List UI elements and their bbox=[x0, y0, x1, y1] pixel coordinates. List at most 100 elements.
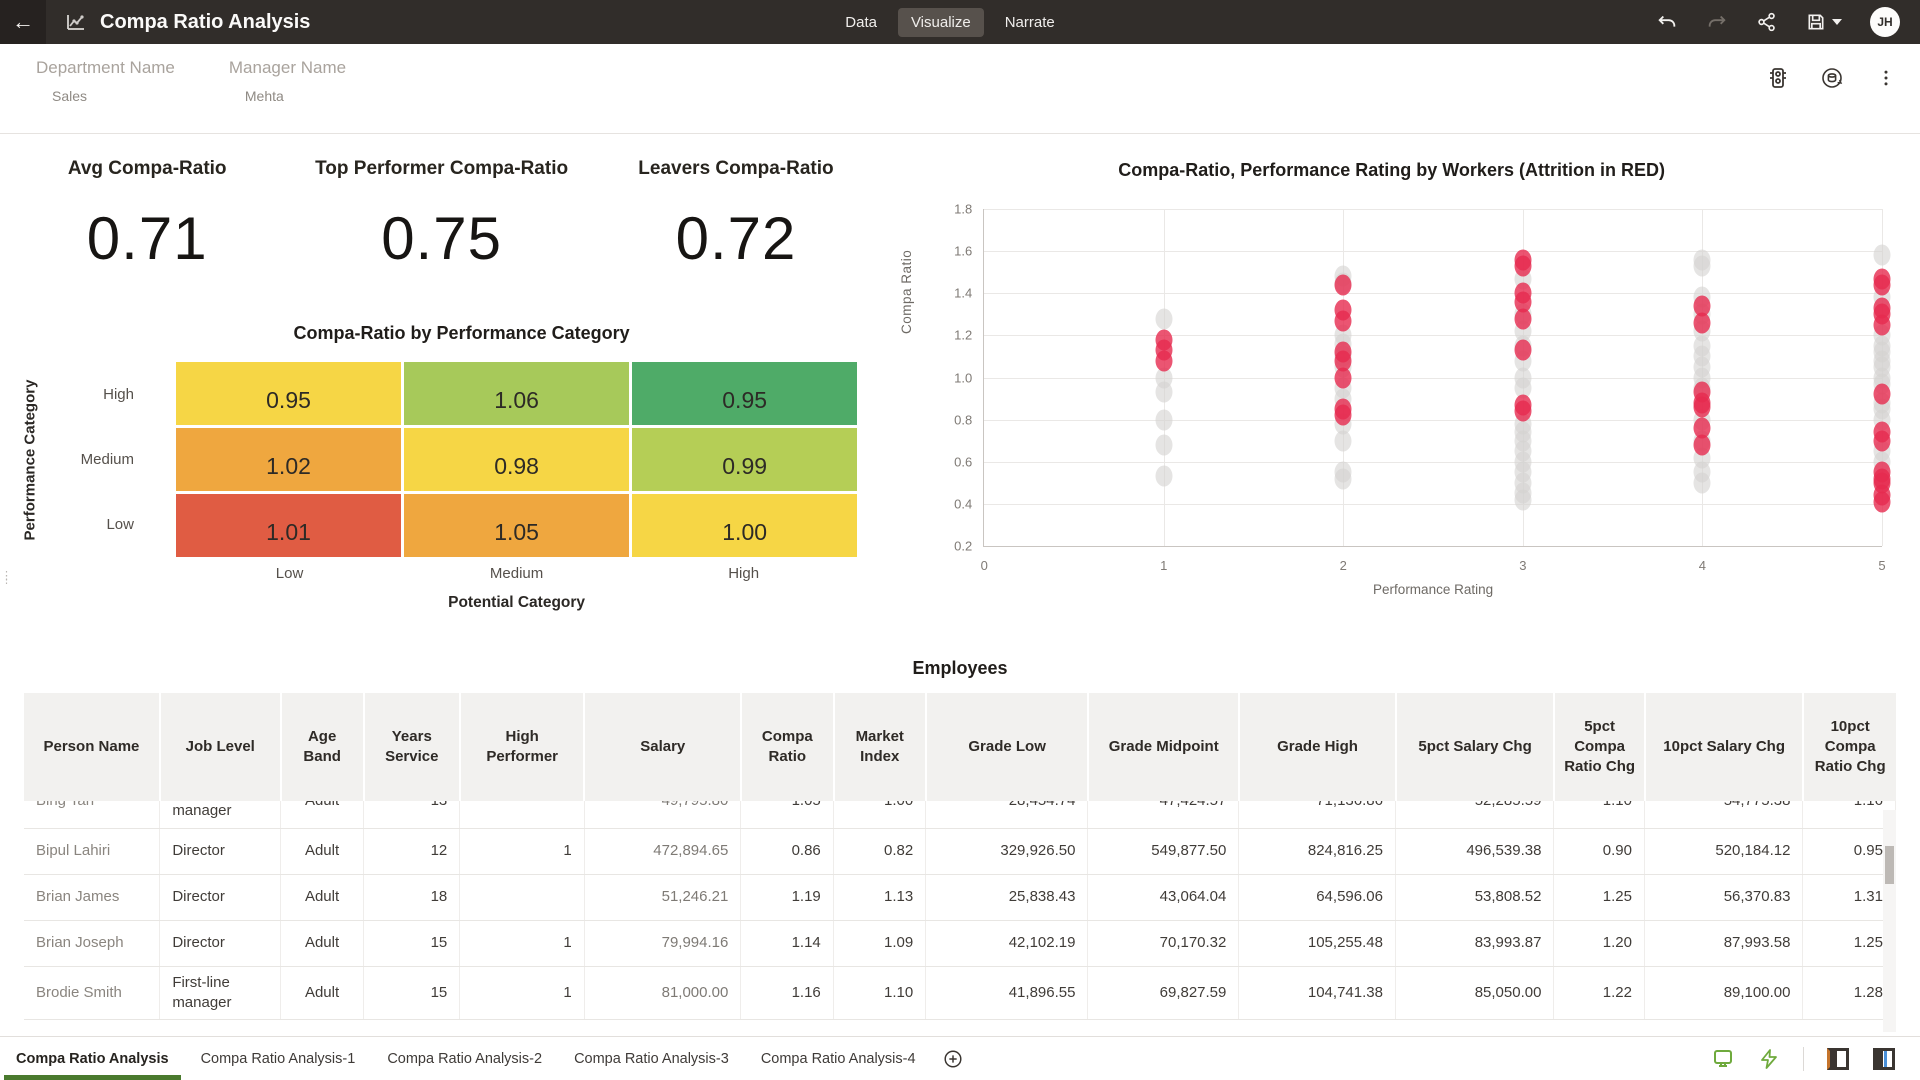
worker-dot[interactable] bbox=[1694, 472, 1711, 493]
table-cell[interactable]: 15 bbox=[364, 920, 460, 966]
table-cell[interactable] bbox=[460, 874, 585, 920]
worker-dot[interactable] bbox=[1335, 468, 1352, 489]
attrition-dot[interactable] bbox=[1873, 314, 1890, 335]
canvas-resize-handle[interactable]: ⋮⋮ bbox=[1, 574, 7, 582]
table-cell[interactable]: 1.05 bbox=[741, 801, 833, 828]
table-column-header[interactable]: Market Index bbox=[834, 693, 926, 801]
heatmap-cell[interactable]: 1.06 bbox=[404, 362, 629, 425]
table-cell[interactable]: 13 bbox=[364, 801, 460, 828]
table-cell[interactable]: 0.95 bbox=[1803, 828, 1896, 874]
table-cell[interactable]: 0.82 bbox=[833, 828, 925, 874]
heatmap-cell[interactable]: 0.95 bbox=[176, 362, 401, 425]
table-cell[interactable]: First-line manager bbox=[160, 966, 281, 1020]
attrition-dot[interactable] bbox=[1514, 340, 1531, 361]
table-cell[interactable]: 85,050.00 bbox=[1395, 966, 1553, 1020]
heatmap-cell[interactable]: 1.02 bbox=[176, 428, 401, 491]
table-column-header[interactable]: 5pct Compa Ratio Chg bbox=[1554, 693, 1645, 801]
table-cell[interactable]: 1.19 bbox=[741, 874, 833, 920]
table-column-header[interactable]: Years Service bbox=[364, 693, 460, 801]
filter-chip[interactable]: Manager Name Mehta bbox=[229, 58, 346, 104]
table-cell[interactable]: First-line manager bbox=[160, 801, 281, 828]
table-cell[interactable]: Brian James bbox=[24, 874, 160, 920]
attrition-dot[interactable] bbox=[1514, 255, 1531, 276]
layout-split-panel-icon[interactable] bbox=[1872, 1047, 1896, 1071]
table-scrollbar-thumb[interactable] bbox=[1885, 846, 1894, 884]
heatmap-cell[interactable]: 1.00 bbox=[632, 494, 857, 557]
table-column-header[interactable]: Compa Ratio bbox=[741, 693, 833, 801]
heatmap-cell[interactable]: 0.98 bbox=[404, 428, 629, 491]
add-canvas-button[interactable] bbox=[932, 1037, 974, 1080]
table-scrollbar[interactable] bbox=[1883, 810, 1896, 1032]
table-column-header[interactable]: Grade Midpoint bbox=[1088, 693, 1239, 801]
table-cell[interactable]: 43,064.04 bbox=[1088, 874, 1239, 920]
scatter-visual[interactable]: Compa-Ratio, Performance Rating by Worke… bbox=[883, 134, 1920, 646]
table-cell[interactable]: 1.28 bbox=[1803, 966, 1896, 1020]
table-column-header[interactable]: Job Level bbox=[160, 693, 281, 801]
table-cell[interactable]: Director bbox=[160, 828, 281, 874]
attrition-dot[interactable] bbox=[1155, 350, 1172, 371]
mode-tab-data[interactable]: Data bbox=[832, 8, 890, 37]
back-button[interactable]: ← bbox=[0, 0, 46, 44]
table-cell[interactable]: 12 bbox=[364, 828, 460, 874]
save-button[interactable] bbox=[1806, 12, 1842, 32]
worker-dot[interactable] bbox=[1514, 489, 1531, 510]
canvas-tab[interactable]: Compa Ratio Analysis-3 bbox=[558, 1037, 745, 1080]
table-cell[interactable]: 79,994.16 bbox=[584, 920, 741, 966]
worker-dot[interactable] bbox=[1155, 466, 1172, 487]
mode-tab-visualize[interactable]: Visualize bbox=[898, 8, 984, 37]
table-cell[interactable]: 49,795.80 bbox=[584, 801, 741, 828]
attrition-dot[interactable] bbox=[1873, 430, 1890, 451]
table-cell[interactable]: 89,100.00 bbox=[1644, 966, 1802, 1020]
present-icon[interactable] bbox=[1711, 1047, 1735, 1071]
share-icon[interactable] bbox=[1756, 11, 1778, 33]
table-cell[interactable]: 1.10 bbox=[833, 966, 925, 1020]
attrition-dot[interactable] bbox=[1694, 312, 1711, 333]
heatmap-cell[interactable]: 0.95 bbox=[632, 362, 857, 425]
table-cell[interactable]: 69,827.59 bbox=[1088, 966, 1239, 1020]
table-cell[interactable]: 47,424.57 bbox=[1088, 801, 1239, 828]
table-column-header[interactable]: 10pct Compa Ratio Chg bbox=[1803, 693, 1896, 801]
attrition-dot[interactable] bbox=[1514, 401, 1531, 422]
heatmap-cell[interactable]: 1.01 bbox=[176, 494, 401, 557]
filter-chip[interactable]: Department Name Sales bbox=[36, 58, 175, 104]
table-cell[interactable]: 1.20 bbox=[1554, 920, 1645, 966]
table-cell[interactable]: 549,877.50 bbox=[1088, 828, 1239, 874]
table-cell[interactable]: 41,896.55 bbox=[926, 966, 1088, 1020]
worker-dot[interactable] bbox=[1155, 434, 1172, 455]
table-cell[interactable]: 1.31 bbox=[1803, 874, 1896, 920]
worker-dot[interactable] bbox=[1694, 255, 1711, 276]
table-cell[interactable]: Adult bbox=[281, 920, 364, 966]
table-cell[interactable]: 54,775.38 bbox=[1644, 801, 1802, 828]
table-cell[interactable]: Adult bbox=[281, 801, 364, 828]
kebab-menu-icon[interactable] bbox=[1874, 66, 1898, 90]
canvas-tab[interactable]: Compa Ratio Analysis-4 bbox=[745, 1037, 932, 1080]
table-cell[interactable]: Adult bbox=[281, 828, 364, 874]
attrition-dot[interactable] bbox=[1335, 405, 1352, 426]
kpi-tile[interactable]: Avg Compa-Ratio 0.71 bbox=[0, 150, 294, 273]
save-caret-icon[interactable] bbox=[1832, 19, 1842, 25]
table-cell[interactable]: 520,184.12 bbox=[1644, 828, 1802, 874]
refresh-data-icon[interactable] bbox=[1820, 66, 1844, 90]
table-cell[interactable]: 824,816.25 bbox=[1239, 828, 1396, 874]
layout-left-panel-icon[interactable] bbox=[1826, 1047, 1850, 1071]
user-avatar[interactable]: JH bbox=[1870, 7, 1900, 37]
table-cell[interactable]: 1 bbox=[460, 828, 585, 874]
table-cell[interactable]: 1.16 bbox=[1803, 801, 1896, 828]
table-cell[interactable]: 1 bbox=[460, 966, 585, 1020]
table-column-header[interactable]: 5pct Salary Chg bbox=[1396, 693, 1555, 801]
table-cell[interactable]: 1.25 bbox=[1554, 874, 1645, 920]
table-cell[interactable]: 56,370.83 bbox=[1644, 874, 1802, 920]
attrition-dot[interactable] bbox=[1335, 310, 1352, 331]
table-cell[interactable]: 42,102.19 bbox=[926, 920, 1088, 966]
table-column-header[interactable]: Grade Low bbox=[926, 693, 1088, 801]
table-cell[interactable]: Director bbox=[160, 920, 281, 966]
table-cell[interactable]: 70,170.32 bbox=[1088, 920, 1239, 966]
table-column-header[interactable]: 10pct Salary Chg bbox=[1645, 693, 1804, 801]
table-cell[interactable]: 1.10 bbox=[1554, 801, 1645, 828]
heatmap-visual[interactable]: Compa-Ratio by Performance Category Perf… bbox=[0, 323, 883, 612]
table-cell[interactable]: 1.09 bbox=[833, 920, 925, 966]
table-cell[interactable]: 53,808.52 bbox=[1395, 874, 1553, 920]
table-cell[interactable]: Brian Joseph bbox=[24, 920, 160, 966]
table-cell[interactable]: 28,454.74 bbox=[926, 801, 1088, 828]
table-cell[interactable]: 1.14 bbox=[741, 920, 833, 966]
